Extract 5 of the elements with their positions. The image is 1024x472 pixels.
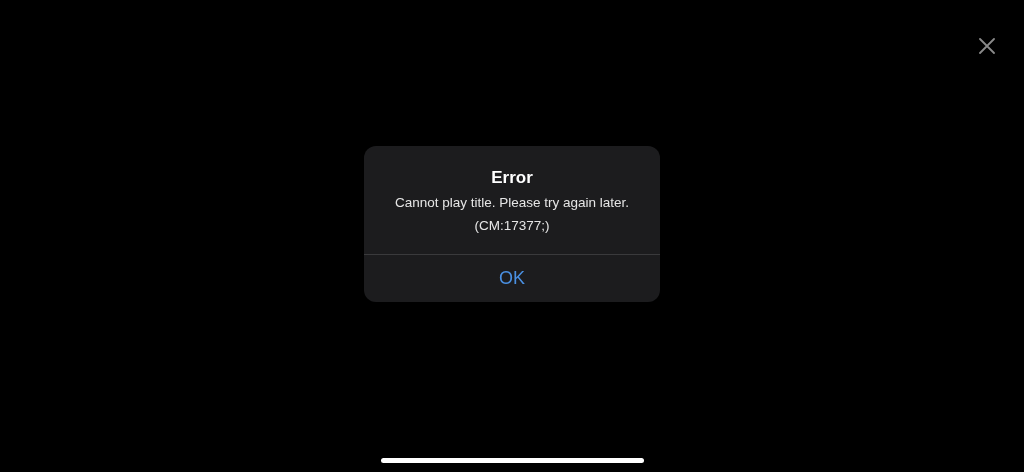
close-icon[interactable] xyxy=(979,38,995,54)
dialog-title: Error xyxy=(491,167,533,189)
ok-button[interactable]: OK xyxy=(364,255,660,302)
dialog-message: Cannot play title. Please try again later. xyxy=(394,194,630,212)
dialog-message: (CM:17377;) xyxy=(474,217,550,235)
